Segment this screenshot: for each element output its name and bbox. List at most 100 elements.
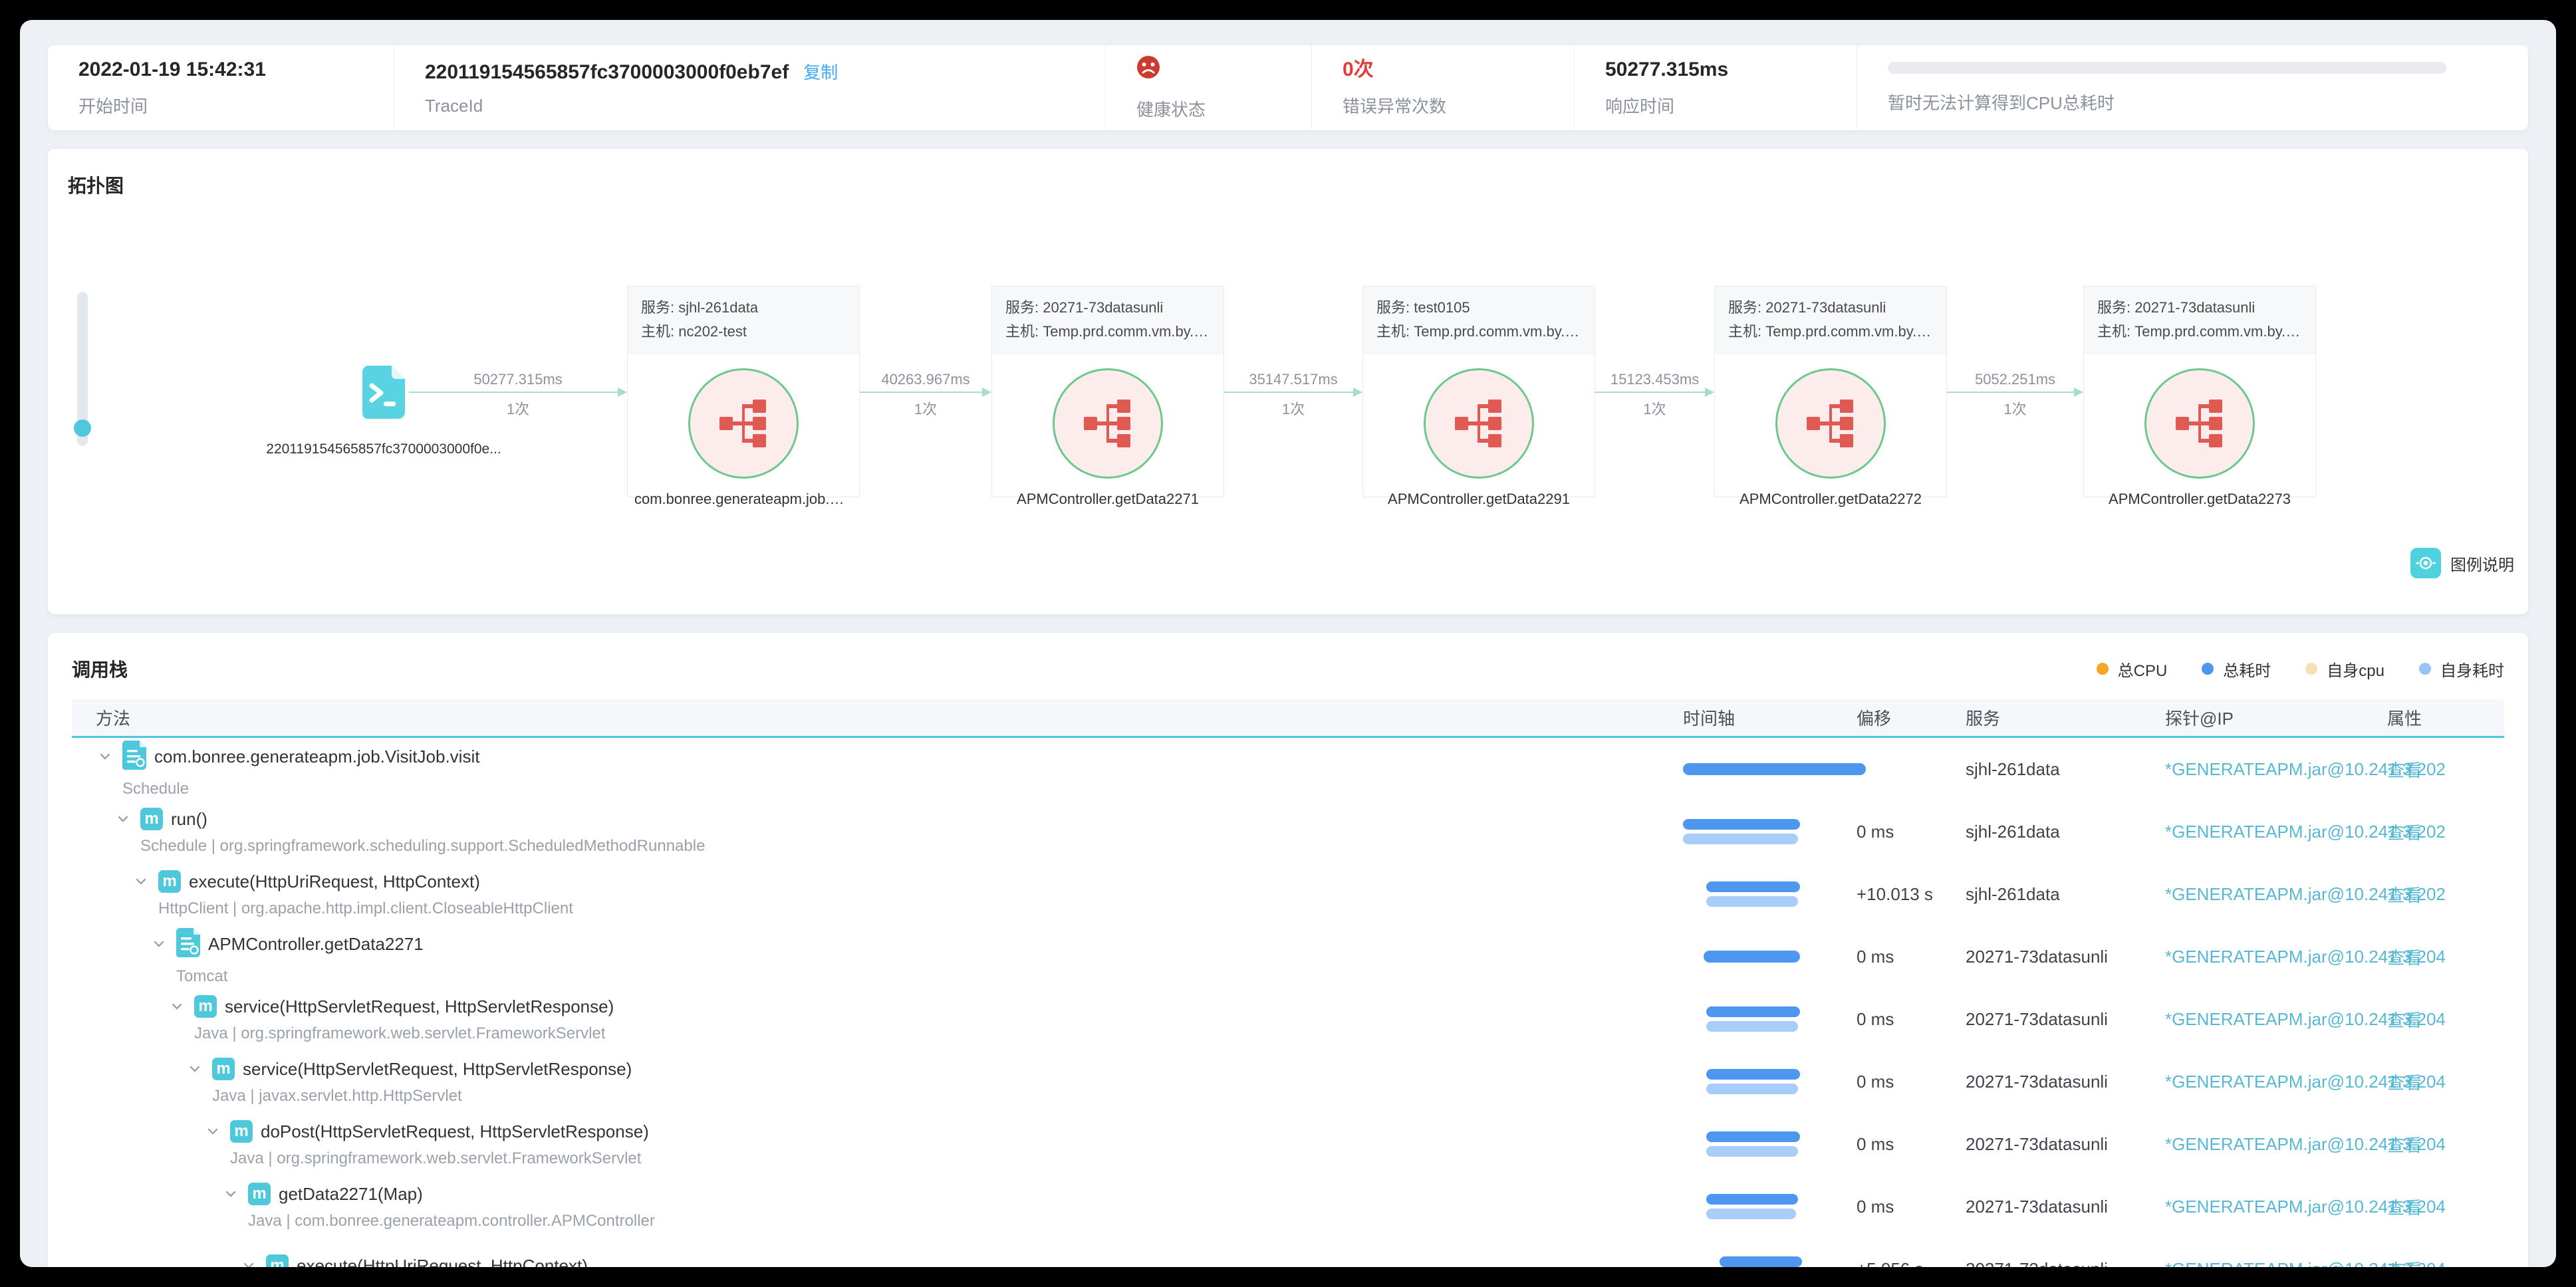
- legend-label: 自身耗时: [2440, 661, 2504, 680]
- self-time-bar: [1706, 1209, 1796, 1219]
- view-attributes-link[interactable]: 查看: [2387, 1260, 2422, 1268]
- chevron-down-icon[interactable]: [186, 1060, 204, 1078]
- traceid-value: 220119154565857fc3700003000f0eb7ef: [425, 61, 789, 83]
- method-detail: Java | org.springframework.web.servlet.F…: [230, 1149, 642, 1167]
- method-detail: Java | javax.servlet.http.HttpServlet: [212, 1087, 462, 1105]
- method-name: run(): [171, 808, 207, 829]
- node-host: 主机: Temp.prd.comm.vm.by.idc.b...: [1005, 323, 1210, 340]
- node-host: 主机: nc202-test: [641, 323, 747, 340]
- summary-health: 健康状态: [1105, 45, 1311, 130]
- zoom-slider-handle[interactable]: [74, 419, 91, 437]
- timeline-bars: [1683, 881, 1853, 907]
- chevron-down-icon[interactable]: [132, 872, 150, 891]
- method-detail: HttpClient | org.apache.http.impl.client…: [158, 899, 573, 917]
- edge-time: 40263.967ms: [881, 371, 970, 388]
- terminal-icon[interactable]: [362, 366, 405, 419]
- chevron-down-icon[interactable]: [150, 935, 168, 953]
- edge-line: [1595, 392, 1706, 393]
- service-node-icon[interactable]: [1775, 368, 1886, 479]
- chevron-down-icon[interactable]: [96, 747, 114, 766]
- summary-error-count: 0次 错误异常次数: [1311, 45, 1574, 130]
- service-name: 20271-73datasunli: [1966, 1133, 2108, 1154]
- view-attributes-link[interactable]: 查看: [2387, 948, 2422, 968]
- callstack-table: 方法 时间轴 偏移 服务 探针@IP 属性 com.bonree.generat…: [72, 699, 2504, 1267]
- offset-value: 0 ms: [1857, 821, 1894, 842]
- topology-zoom-slider[interactable]: [74, 292, 91, 446]
- chevron-down-icon[interactable]: [239, 1256, 258, 1267]
- copy-traceid-link[interactable]: 复制: [803, 59, 838, 84]
- summary-start-time: 2022-01-19 15:42:31 开始时间: [48, 45, 394, 130]
- timeline-bars: [1683, 951, 1853, 963]
- start-time-value: 2022-01-19 15:42:31: [78, 58, 266, 80]
- method-name: execute(HttpUriRequest, HttpContext): [297, 1255, 588, 1268]
- method-icon: m: [230, 1120, 253, 1143]
- entry-trace-label: 220119154565857fc3700003000f0e...: [266, 441, 501, 457]
- service-name: 20271-73datasunli: [1966, 1196, 2108, 1217]
- offset-value: 0 ms: [1857, 1133, 1894, 1154]
- topology-node[interactable]: 服务: 20271-73datasunli 主机: Temp.prd.comm.…: [1714, 286, 1947, 507]
- node-service: 服务: 20271-73datasunli: [2097, 299, 2255, 316]
- timeline-bars: [1683, 1256, 1853, 1267]
- legend-label: 自身cpu: [2327, 661, 2384, 680]
- topology-node[interactable]: 服务: 20271-73datasunli 主机: Temp.prd.comm.…: [991, 286, 1224, 507]
- callstack-legend: 总CPU 总耗时 自身cpu 自身耗时: [2096, 657, 2504, 681]
- chevron-down-icon[interactable]: [114, 810, 132, 828]
- method-icon: m: [140, 808, 163, 830]
- node-host: 主机: Temp.prd.comm.vm.by.idc.b...: [1728, 323, 1933, 340]
- service-node-icon[interactable]: [2144, 368, 2255, 479]
- col-header-probe: 探针@IP: [2165, 709, 2234, 729]
- col-header-offset: 偏移: [1857, 709, 1892, 729]
- chevron-down-icon[interactable]: [168, 997, 186, 1016]
- legend-label: 总耗时: [2223, 661, 2271, 680]
- method-name: com.bonree.generateapm.job.VisitJob.visi…: [154, 746, 480, 766]
- self-time-bar: [1706, 896, 1798, 907]
- summary-traceid: 220119154565857fc3700003000f0eb7ef 复制 Tr…: [394, 45, 1105, 130]
- service-node-icon[interactable]: [1053, 368, 1163, 479]
- method-icon: m: [248, 1183, 271, 1205]
- total-time-bar: [1706, 881, 1800, 892]
- service-node-icon[interactable]: [688, 368, 799, 479]
- service-name: sjhl-261data: [1966, 759, 2060, 779]
- traceid-label: TraceId: [425, 96, 483, 116]
- service-name: 20271-73datasunli: [1966, 946, 2108, 967]
- col-header-service: 服务: [1966, 709, 2001, 729]
- node-host: 主机: Temp.prd.comm.vm.by.idc.b...: [1376, 323, 1581, 340]
- method-detail: Tomcat: [176, 967, 228, 985]
- view-attributes-link[interactable]: 查看: [2387, 823, 2422, 843]
- col-header-method: 方法: [96, 709, 131, 729]
- method-detail: Schedule | org.springframework.schedulin…: [140, 837, 706, 855]
- view-attributes-link[interactable]: 查看: [2387, 1198, 2422, 1218]
- legend-help-button[interactable]: 图例说明: [2410, 548, 2514, 578]
- callstack-table-header: 方法 时间轴 偏移 服务 探针@IP 属性: [72, 699, 2504, 738]
- edge-time: 35147.517ms: [1249, 371, 1338, 388]
- callstack-row: APMController.getData2271 Tomcat 0 ms 20…: [72, 925, 2504, 988]
- topology-node[interactable]: 服务: sjhl-261data 主机: nc202-test com.bonr…: [627, 286, 860, 507]
- method-icon: m: [158, 870, 181, 893]
- view-attributes-link[interactable]: 查看: [2387, 1135, 2422, 1155]
- service-name: 20271-73datasunli: [1966, 1259, 2108, 1268]
- service-node-icon[interactable]: [1424, 368, 1534, 479]
- topology-node[interactable]: 服务: test0105 主机: Temp.prd.comm.vm.by.idc…: [1362, 286, 1595, 507]
- edge-time: 5052.251ms: [1974, 371, 2056, 388]
- error-count-value: 0次: [1343, 58, 1374, 80]
- edge-line: [409, 392, 619, 393]
- callstack-row: m service(HttpServletRequest, HttpServle…: [72, 988, 2504, 1050]
- callstack-row: m run() Schedule | org.springframework.s…: [72, 800, 2504, 863]
- chevron-down-icon[interactable]: [203, 1122, 222, 1141]
- view-attributes-link[interactable]: 查看: [2387, 1073, 2422, 1093]
- method-name: getData2271(Map): [279, 1183, 423, 1204]
- self-time-bar: [1706, 1084, 1798, 1094]
- total-time-bar: [1706, 1006, 1800, 1017]
- view-attributes-link[interactable]: 查看: [2387, 885, 2422, 905]
- node-method: APMController.getData2271: [1017, 491, 1199, 507]
- chevron-down-icon[interactable]: [221, 1185, 240, 1203]
- offset-value: +5.056 s: [1857, 1259, 1923, 1268]
- legend-icon: [2410, 548, 2441, 578]
- callstack-row: m execute(HttpUriRequest, HttpContext) H…: [72, 863, 2504, 925]
- trace-detail-page: 2022-01-19 15:42:31 开始时间 220119154565857…: [20, 20, 2556, 1267]
- view-attributes-link[interactable]: 查看: [2387, 760, 2422, 780]
- arrowhead-icon: [982, 388, 991, 397]
- total-time-bar: [1706, 1194, 1798, 1205]
- view-attributes-link[interactable]: 查看: [2387, 1010, 2422, 1030]
- topology-node[interactable]: 服务: 20271-73datasunli 主机: Temp.prd.comm.…: [2083, 286, 2316, 507]
